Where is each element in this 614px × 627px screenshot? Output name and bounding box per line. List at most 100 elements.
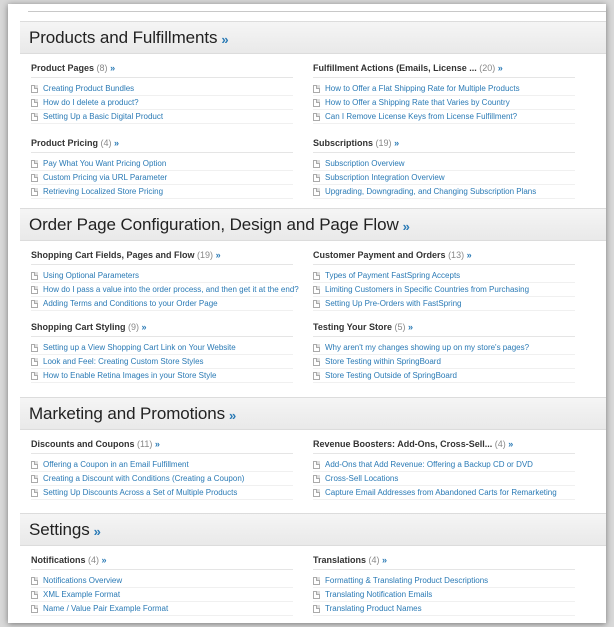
article-link[interactable]: Creating a Discount with Conditions (Cre… [43, 474, 244, 483]
article-link[interactable]: Custom Pricing via URL Parameter [43, 173, 167, 182]
document-icon [313, 371, 320, 380]
category-heading[interactable]: Shopping Cart Fields, Pages and Flow (19… [31, 250, 293, 265]
document-icon [313, 271, 320, 280]
article-link[interactable]: Store Testing Outside of SpringBoard [325, 371, 457, 380]
document-icon [31, 285, 38, 294]
document-icon [31, 460, 38, 469]
article-link[interactable]: Limiting Customers in Specific Countries… [325, 285, 529, 294]
category-heading[interactable]: Subscriptions (19) » [313, 138, 575, 153]
list-item: Custom Pricing via URL Parameter [31, 171, 293, 185]
article-link[interactable]: Store Testing within SpringBoard [325, 357, 441, 366]
document-icon [31, 343, 38, 352]
section-settings: Settings » Notifications (4) » Notificat… [20, 513, 606, 616]
list-item: Capture Email Addresses from Abandoned C… [313, 486, 575, 500]
section-title[interactable]: Products and Fulfillments [29, 28, 217, 48]
article-link[interactable]: Can I Remove License Keys from License F… [325, 112, 517, 121]
article-link[interactable]: Offering a Coupon in an Email Fulfillmen… [43, 460, 189, 469]
article-link[interactable]: How to Offer a Shipping Rate that Varies… [325, 98, 510, 107]
category-heading[interactable]: Notifications (4) » [31, 555, 293, 570]
list-item: Formatting & Translating Product Descrip… [313, 574, 575, 588]
list-item: Cross-Sell Locations [313, 472, 575, 486]
article-link[interactable]: Formatting & Translating Product Descrip… [325, 576, 488, 585]
article-link[interactable]: Subscription Integration Overview [325, 173, 445, 182]
list-item: Types of Payment FastSpring Accepts [313, 269, 575, 283]
article-link[interactable]: Translating Product Names [325, 604, 422, 613]
document-icon [313, 285, 320, 294]
article-link[interactable]: Setting Up Pre-Orders with FastSpring [325, 299, 462, 308]
category-heading[interactable]: Shopping Cart Styling (9) » [31, 322, 293, 337]
document-icon [31, 173, 38, 182]
article-link[interactable]: Add-Ons that Add Revenue: Offering a Bac… [325, 460, 533, 469]
article-link[interactable]: How to Enable Retina Images in your Stor… [43, 371, 216, 380]
list-item: Can I Remove License Keys from License F… [313, 110, 575, 124]
document-icon [31, 604, 38, 613]
category-product-pages: Product Pages (8) » Creating Product Bun… [31, 63, 293, 124]
article-link[interactable]: Creating Product Bundles [43, 84, 134, 93]
article-link[interactable]: Setting Up a Basic Digital Product [43, 112, 163, 121]
category-subscriptions: Subscriptions (19) » Subscription Overvi… [313, 138, 575, 199]
list-item: Look and Feel: Creating Custom Store Sty… [31, 355, 293, 369]
category-testing-your-store: Testing Your Store (5) » Why aren't my c… [313, 322, 575, 383]
article-link[interactable]: Cross-Sell Locations [325, 474, 398, 483]
article-link[interactable]: Look and Feel: Creating Custom Store Sty… [43, 357, 204, 366]
list-item: Add-Ons that Add Revenue: Offering a Bac… [313, 458, 575, 472]
article-link[interactable]: Name / Value Pair Example Format [43, 604, 168, 613]
document-icon [313, 98, 320, 107]
list-item: Setting Up Discounts Across a Set of Mul… [31, 486, 293, 500]
document-icon [31, 112, 38, 121]
document-icon [31, 84, 38, 93]
document-icon [313, 357, 320, 366]
category-heading[interactable]: Product Pricing (4) » [31, 138, 293, 153]
list-item: How do I delete a product? [31, 96, 293, 110]
more-arrow-icon[interactable]: » [221, 32, 228, 47]
category-heading[interactable]: Testing Your Store (5) » [313, 322, 575, 337]
section-title[interactable]: Order Page Configuration, Design and Pag… [29, 215, 399, 235]
article-link[interactable]: Types of Payment FastSpring Accepts [325, 271, 460, 280]
article-link[interactable]: How do I delete a product? [43, 98, 139, 107]
article-link[interactable]: XML Example Format [43, 590, 120, 599]
section-title[interactable]: Marketing and Promotions [29, 404, 225, 424]
list-item: Creating a Discount with Conditions (Cre… [31, 472, 293, 486]
article-link[interactable]: Capture Email Addresses from Abandoned C… [325, 488, 557, 497]
article-link[interactable]: Subscription Overview [325, 159, 405, 168]
category-revenue-boosters: Revenue Boosters: Add-Ons, Cross-Sell...… [313, 439, 575, 500]
list-item: Store Testing Outside of SpringBoard [313, 369, 575, 383]
list-item: Using Optional Parameters [31, 269, 293, 283]
article-link[interactable]: Notifications Overview [43, 576, 122, 585]
category-heading[interactable]: Translations (4) » [313, 555, 575, 570]
category-heading[interactable]: Product Pages (8) » [31, 63, 293, 78]
article-link[interactable]: How to Offer a Flat Shipping Rate for Mu… [325, 84, 520, 93]
more-arrow-icon[interactable]: » [94, 524, 101, 539]
more-arrow-icon[interactable]: » [403, 219, 410, 234]
list-item: Setting Up Pre-Orders with FastSpring [313, 297, 575, 311]
document-icon [313, 576, 320, 585]
document-icon [313, 474, 320, 483]
document-icon [31, 474, 38, 483]
article-link[interactable]: Adding Terms and Conditions to your Orde… [43, 299, 218, 308]
article-link[interactable]: Upgrading, Downgrading, and Changing Sub… [325, 187, 536, 196]
more-arrow-icon[interactable]: » [229, 408, 236, 423]
list-item: Subscription Integration Overview [313, 171, 575, 185]
list-item: Notifications Overview [31, 574, 293, 588]
list-item: How to Offer a Shipping Rate that Varies… [313, 96, 575, 110]
kb-window: Products and Fulfillments » Product Page… [8, 4, 606, 623]
document-icon [313, 84, 320, 93]
category-heading[interactable]: Revenue Boosters: Add-Ons, Cross-Sell...… [313, 439, 575, 454]
article-link[interactable]: How do I pass a value into the order pro… [43, 285, 299, 294]
document-icon [31, 488, 38, 497]
article-link[interactable]: Why aren't my changes showing up on my s… [325, 343, 529, 352]
section-title[interactable]: Settings [29, 520, 90, 540]
article-link[interactable]: Translating Notification Emails [325, 590, 432, 599]
category-heading[interactable]: Customer Payment and Orders (13) » [313, 250, 575, 265]
category-heading[interactable]: Discounts and Coupons (11) » [31, 439, 293, 454]
document-icon [313, 112, 320, 121]
article-link[interactable]: Using Optional Parameters [43, 271, 139, 280]
article-link[interactable]: Pay What You Want Pricing Option [43, 159, 166, 168]
article-link[interactable]: Setting Up Discounts Across a Set of Mul… [43, 488, 237, 497]
article-link[interactable]: Retrieving Localized Store Pricing [43, 187, 163, 196]
document-icon [313, 343, 320, 352]
document-icon [313, 460, 320, 469]
article-link[interactable]: Setting up a View Shopping Cart Link on … [43, 343, 236, 352]
list-item: Offering a Coupon in an Email Fulfillmen… [31, 458, 293, 472]
category-heading[interactable]: Fulfillment Actions (Emails, License ...… [313, 63, 575, 78]
